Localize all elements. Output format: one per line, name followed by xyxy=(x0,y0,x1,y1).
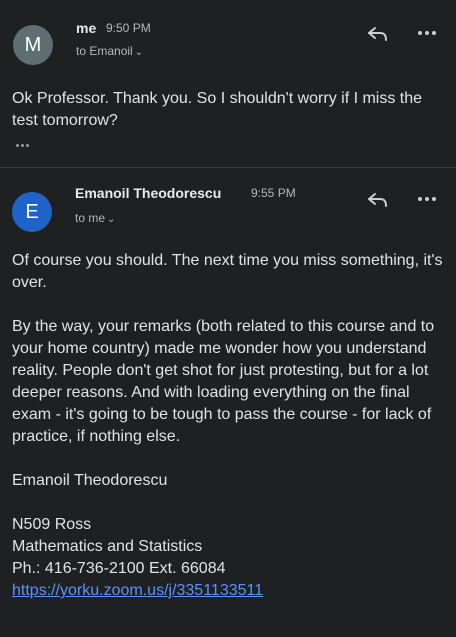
avatar-letter: E xyxy=(25,200,39,223)
signature-phone: Ph.: 416-736-2100 Ext. 66084 xyxy=(12,560,226,577)
sender-name: Emanoil Theodorescu xyxy=(75,185,222,201)
message-time: 9:55 PM xyxy=(251,186,296,200)
message-paragraph-1: Of course you should. The next time you … xyxy=(12,252,443,291)
message-paragraph-2: By the way, your remarks (both related t… xyxy=(12,318,435,445)
message-2: E Emanoil Theodorescu 9:55 PM to me ⌄ Of … xyxy=(0,0,456,637)
more-options-button[interactable] xyxy=(414,189,440,209)
signature-zoom-link[interactable]: https://yorku.zoom.us/j/3351133511 xyxy=(12,582,263,599)
recipient-dropdown[interactable]: to me ⌄ xyxy=(75,211,115,225)
signature-department: Mathematics and Statistics xyxy=(12,538,203,555)
signature-office: N509 Ross xyxy=(12,516,92,533)
avatar[interactable]: E xyxy=(12,192,52,232)
message-body: Of course you should. The next time you … xyxy=(12,250,444,602)
reply-icon xyxy=(368,193,387,207)
recipient-label: to me xyxy=(75,211,106,225)
chevron-down-icon: ⌄ xyxy=(107,214,116,225)
signature-name: Emanoil Theodorescu xyxy=(12,472,168,489)
more-options-icon xyxy=(418,197,436,201)
reply-button[interactable] xyxy=(365,190,391,210)
